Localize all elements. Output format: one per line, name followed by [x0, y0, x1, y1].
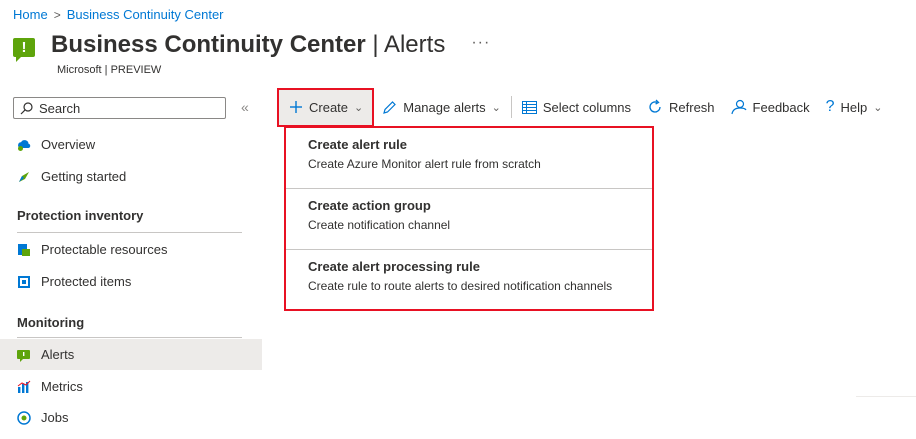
create-dropdown-menu: Create alert rule Create Azure Monitor a…	[284, 126, 654, 311]
sidebar-item-getting-started[interactable]: Getting started	[0, 161, 262, 192]
command-bar: Create ⌄ Manage alerts ⌄ Select columns …	[277, 87, 891, 127]
content-divider	[856, 396, 916, 397]
collapse-sidebar-button[interactable]: «	[241, 99, 249, 115]
jobs-icon	[17, 410, 31, 425]
sidebar-item-overview[interactable]: Overview	[0, 129, 262, 160]
alerts-icon	[17, 348, 31, 362]
section-header-monitoring: Monitoring	[17, 315, 85, 330]
section-divider	[17, 337, 242, 338]
breadcrumb-home-link[interactable]: Home	[13, 7, 48, 22]
page-subtitle: Microsoft | PREVIEW	[57, 64, 162, 76]
sidebar-item-jobs[interactable]: Jobs	[0, 402, 262, 433]
alert-app-icon: !	[13, 38, 37, 62]
toolbar-divider	[510, 96, 512, 118]
chevron-down-icon: ⌄	[491, 101, 501, 114]
section-header-protection-inventory: Protection inventory	[17, 208, 144, 223]
feedback-icon	[730, 99, 747, 115]
getting-started-icon	[17, 170, 31, 184]
sidebar-search-box[interactable]	[13, 97, 226, 119]
section-divider	[17, 232, 242, 233]
help-icon: ?	[825, 98, 835, 115]
menu-item-create-alert-processing-rule[interactable]: Create alert processing rule Create rule…	[286, 250, 652, 311]
breadcrumb: Home > Business Continuity Center	[13, 7, 224, 22]
menu-item-create-action-group[interactable]: Create action group Create notification …	[286, 189, 652, 250]
page-header: ! Business Continuity Center | Alerts ··…	[13, 30, 490, 62]
refresh-icon	[647, 99, 663, 115]
protected-items-icon	[17, 275, 31, 289]
metrics-icon	[17, 380, 31, 394]
protectable-resources-icon	[17, 243, 31, 257]
search-icon	[20, 101, 33, 114]
sidebar-item-protected-items[interactable]: Protected items	[0, 266, 262, 297]
overview-icon	[17, 138, 31, 152]
sidebar-item-metrics[interactable]: Metrics	[0, 371, 262, 402]
page-title: Business Continuity Center | Alerts	[51, 31, 446, 58]
search-input[interactable]	[39, 100, 219, 116]
chevron-down-icon: ⌄	[354, 101, 364, 114]
manage-alerts-button[interactable]: Manage alerts ⌄	[374, 88, 509, 126]
chevron-down-icon: ⌄	[873, 101, 883, 114]
help-button[interactable]: ? Help ⌄	[818, 88, 891, 126]
create-button[interactable]: Create ⌄	[277, 87, 375, 127]
plus-icon	[289, 100, 303, 114]
sidebar-item-protectable-resources[interactable]: Protectable resources	[0, 234, 262, 265]
menu-item-create-alert-rule[interactable]: Create alert rule Create Azure Monitor a…	[286, 128, 652, 189]
columns-icon	[521, 100, 537, 114]
sidebar-item-alerts[interactable]: Alerts	[0, 339, 262, 370]
select-columns-button[interactable]: Select columns	[514, 88, 639, 126]
pencil-icon	[382, 100, 397, 115]
breadcrumb-current-link[interactable]: Business Continuity Center	[67, 7, 224, 22]
breadcrumb-separator: >	[53, 7, 61, 22]
refresh-button[interactable]: Refresh	[639, 88, 723, 126]
feedback-button[interactable]: Feedback	[723, 88, 818, 126]
more-options-button[interactable]: ···	[471, 34, 490, 52]
